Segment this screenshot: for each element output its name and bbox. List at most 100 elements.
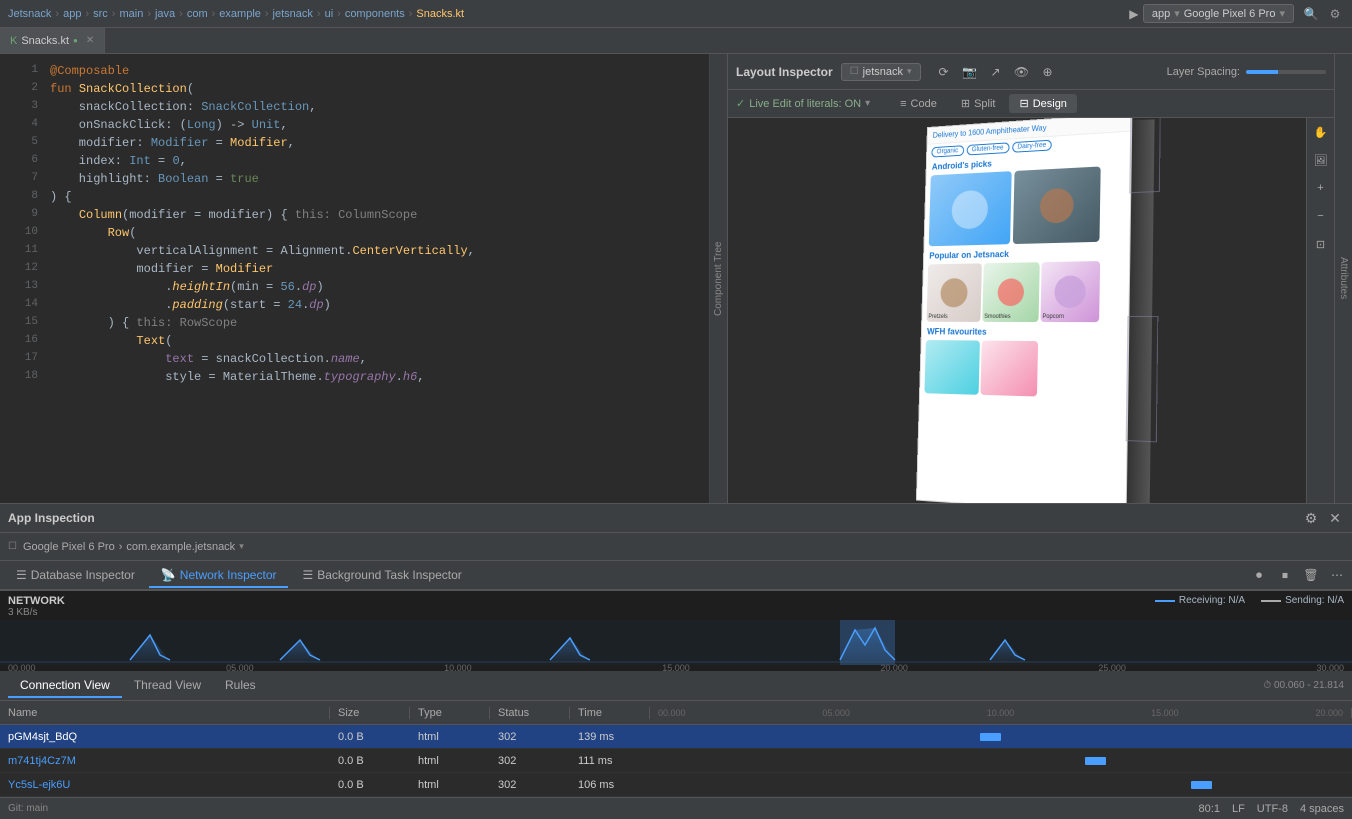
code-line-5: 5 modifier: Modifier = Modifier, bbox=[0, 134, 709, 152]
food-card-1 bbox=[929, 171, 1012, 246]
layout-device-selector[interactable]: ☐ jetsnack ▾ bbox=[841, 63, 921, 81]
time-5: 05.000 bbox=[226, 663, 254, 671]
table-row-1[interactable]: pGM4sjt_BdQ 0.0 B html 302 139 ms bbox=[0, 725, 1352, 749]
device-row: ☐ Google Pixel 6 Pro › com.example.jetsn… bbox=[0, 533, 1352, 561]
run-button[interactable]: ▶ bbox=[1125, 5, 1143, 23]
breadcrumb-main[interactable]: main bbox=[119, 8, 143, 20]
tab-connection-view[interactable]: Connection View bbox=[8, 674, 122, 698]
inspector-more-icon[interactable]: ⋯ bbox=[1326, 564, 1348, 586]
layout-crosshair-icon[interactable]: ⊕ bbox=[1037, 61, 1059, 83]
code-line-16: 16 Text( bbox=[0, 332, 709, 350]
breadcrumb-app[interactable]: app bbox=[63, 8, 81, 20]
breadcrumb-jetsnack2[interactable]: jetsnack bbox=[273, 8, 313, 20]
breadcrumb-file[interactable]: Snacks.kt bbox=[416, 8, 464, 20]
tab-background-inspector[interactable]: ☰ Background Task Inspector bbox=[290, 564, 473, 588]
sending-line bbox=[1261, 600, 1281, 602]
code-line-3: 3 snackCollection: SnackCollection, bbox=[0, 98, 709, 116]
image-icon[interactable]: 🖼 bbox=[1311, 150, 1331, 170]
row3-time: 106 ms bbox=[570, 779, 650, 791]
close-tab-icon[interactable]: ✕ bbox=[86, 35, 94, 46]
col-time: Time bbox=[570, 707, 650, 719]
network-legend: Receiving: N/A Sending: N/A bbox=[1155, 595, 1344, 606]
code-line-17: 17 text = snackCollection.name, bbox=[0, 350, 709, 368]
breadcrumb-src[interactable]: src bbox=[93, 8, 108, 20]
table-header: Name Size Type Status Time 00.000 05.000… bbox=[0, 701, 1352, 725]
breadcrumb-components[interactable]: components bbox=[345, 8, 405, 20]
search-icon[interactable]: 🔍 bbox=[1302, 5, 1320, 23]
code-line-11: 11 verticalAlignment = Alignment.CenterV… bbox=[0, 242, 709, 260]
receiving-label: Receiving: N/A bbox=[1179, 595, 1245, 606]
component-tree-panel[interactable]: Component Tree bbox=[710, 54, 728, 503]
code-line-9: 9 Column(modifier = modifier) { this: Co… bbox=[0, 206, 709, 224]
tab-design[interactable]: ⊟ Design bbox=[1009, 94, 1076, 113]
device-selector[interactable]: app ▾ Google Pixel 6 Pro ▾ bbox=[1143, 4, 1294, 23]
code-line-2: 2 fun SnackCollection( bbox=[0, 80, 709, 98]
time-25: 25.000 bbox=[1098, 663, 1126, 671]
tab-split[interactable]: ⊞ Split bbox=[951, 94, 1006, 113]
tab-database-inspector[interactable]: ☰ Database Inspector bbox=[4, 564, 147, 588]
food-grid-2: Pretzels Smoothies Popcorn bbox=[922, 258, 1129, 324]
layer-spacing-slider[interactable] bbox=[1246, 70, 1326, 74]
layout-eye-icon[interactable]: 👁 bbox=[1011, 61, 1033, 83]
code-line-4: 4 onSnackClick: (Long) -> Unit, bbox=[0, 116, 709, 134]
inspection-close-icon[interactable]: ✕ bbox=[1326, 509, 1344, 527]
code-line-18: 18 style = MaterialTheme.typography.h6, bbox=[0, 368, 709, 386]
status-line-ending: LF bbox=[1232, 803, 1245, 815]
settings-icon[interactable]: ⚙ bbox=[1326, 5, 1344, 23]
food-card-wfh1 bbox=[924, 340, 980, 395]
inspection-settings-icon[interactable]: ⚙ bbox=[1302, 509, 1320, 527]
layout-capture-icon[interactable]: 📷 bbox=[959, 61, 981, 83]
food-grid-3 bbox=[920, 338, 1128, 401]
layout-refresh-icon[interactable]: ⟳ bbox=[933, 61, 955, 83]
layout-inspector-header: Layout Inspector ☐ jetsnack ▾ ⟳ 📷 ↗ 👁 ⊕ … bbox=[728, 54, 1334, 90]
col-size: Size bbox=[330, 707, 410, 719]
code-line-15: 15 ) { this: RowScope bbox=[0, 314, 709, 332]
device-name-display[interactable]: Google Pixel 6 Pro › com.example.jetsnac… bbox=[23, 541, 244, 553]
code-line-14: 14 .padding(start = 24.dp) bbox=[0, 296, 709, 314]
file-tab-snacks[interactable]: K Snacks.kt ● ✕ bbox=[0, 28, 105, 53]
phone-screen: Delivery to 1600 Amphitheater Way Organi… bbox=[916, 118, 1132, 503]
inspector-stop-icon[interactable]: ⏹ bbox=[1274, 564, 1296, 586]
tab-network-inspector[interactable]: 📡 Network Inspector bbox=[149, 564, 289, 588]
legend-sending: Sending: N/A bbox=[1261, 595, 1344, 606]
row2-name: m741tj4Cz7M bbox=[0, 755, 330, 767]
layout-export-icon[interactable]: ↗ bbox=[985, 61, 1007, 83]
breadcrumb-jetsnack[interactable]: Jetsnack bbox=[8, 8, 51, 20]
row3-status: 302 bbox=[490, 779, 570, 791]
breadcrumb-java[interactable]: java bbox=[155, 8, 175, 20]
selection-overlay-2 bbox=[1126, 316, 1159, 442]
tab-background-label: Background Task Inspector bbox=[317, 568, 462, 582]
status-indent: 4 spaces bbox=[1300, 803, 1344, 815]
code-line-6: 6 index: Int = 0, bbox=[0, 152, 709, 170]
time-15: 15.000 bbox=[662, 663, 690, 671]
time-0: 00.000 bbox=[8, 663, 36, 671]
breadcrumb-example[interactable]: example bbox=[219, 8, 261, 20]
breadcrumb-com[interactable]: com bbox=[187, 8, 208, 20]
file-tabs: K Snacks.kt ● ✕ bbox=[0, 28, 1352, 54]
tab-network-label: Network Inspector bbox=[180, 568, 277, 582]
table-row-3[interactable]: Yc5sL-ejk6U 0.0 B html 302 106 ms bbox=[0, 773, 1352, 797]
tab-database-label: Database Inspector bbox=[31, 568, 135, 582]
breadcrumb-ui[interactable]: ui bbox=[325, 8, 334, 20]
row3-timeline-bar bbox=[1191, 781, 1212, 789]
tab-thread-view[interactable]: Thread View bbox=[122, 674, 213, 698]
code-editor[interactable]: 1 @Composable 2 fun SnackCollection( 3 s… bbox=[0, 54, 710, 503]
inspector-clear-icon[interactable]: 🗑 bbox=[1300, 564, 1322, 586]
fit-icon[interactable]: ⊡ bbox=[1311, 234, 1331, 254]
code-line-13: 13 .heightIn(min = 56.dp) bbox=[0, 278, 709, 296]
zoom-in-icon[interactable]: + bbox=[1311, 178, 1331, 198]
tab-code[interactable]: ≡ Code bbox=[890, 94, 947, 113]
row1-status: 302 bbox=[490, 731, 570, 743]
inspector-record-icon[interactable]: ⏺ bbox=[1248, 564, 1270, 586]
network-header: NETWORK 3 KB/s Receiving: N/A Sending: N… bbox=[0, 591, 1352, 620]
attributes-sidebar[interactable]: Attributes bbox=[1334, 54, 1352, 503]
hand-tool-icon[interactable]: ✋ bbox=[1311, 122, 1331, 142]
zoom-out-icon[interactable]: − bbox=[1311, 206, 1331, 226]
live-edit-toggle[interactable]: ✓ Live Edit of literals: ON ▾ bbox=[736, 97, 870, 110]
status-bar: Git: main 80:1 LF UTF-8 4 spaces bbox=[0, 797, 1352, 819]
table-row-2[interactable]: m741tj4Cz7M 0.0 B html 302 111 ms bbox=[0, 749, 1352, 773]
tab-rules[interactable]: Rules bbox=[213, 674, 268, 698]
row3-timeline bbox=[650, 773, 1352, 796]
code-line-8: 8 ) { bbox=[0, 188, 709, 206]
col-name: Name bbox=[0, 707, 330, 719]
